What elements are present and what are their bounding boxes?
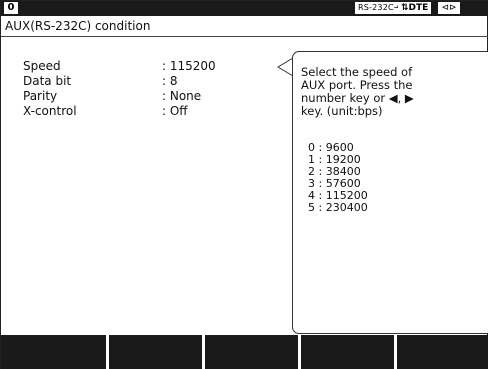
function-key-f3[interactable]: [205, 335, 298, 369]
function-key-f5[interactable]: [397, 335, 488, 369]
port-icon: ⊲⊳: [438, 2, 460, 14]
help-text: Select the speed of AUX port. Press the …: [301, 66, 487, 118]
setting-row-speed[interactable]: Speed : 115200: [23, 59, 263, 74]
function-key-bar: [1, 335, 488, 369]
setting-value[interactable]: : Off: [162, 104, 188, 119]
setting-row-parity[interactable]: Parity : None: [23, 89, 263, 104]
status-bar: 0 RS-232C⬏ ⇅DTE ⊲⊳: [1, 1, 488, 16]
function-key-f2[interactable]: [109, 335, 202, 369]
function-key-f4[interactable]: [301, 335, 394, 369]
device-screen: 0 RS-232C⬏ ⇅DTE ⊲⊳ AUX(RS-232C) conditio…: [0, 0, 488, 369]
setting-row-data-bit[interactable]: Data bit : 8: [23, 74, 263, 89]
mode-label: DTE: [408, 3, 429, 13]
help-balloon: Select the speed of AUX port. Press the …: [292, 51, 488, 334]
interface-label: RS-232C: [358, 3, 394, 12]
setting-label: Parity: [23, 89, 58, 103]
function-key-f1[interactable]: [1, 335, 106, 369]
screen-number-badge: 0: [4, 2, 18, 14]
interface-indicator: RS-232C⬏: [355, 2, 404, 14]
setting-label: X-control: [23, 104, 77, 118]
setting-value[interactable]: : 115200: [162, 59, 216, 74]
title-divider: [1, 36, 488, 37]
status-indicator-block: [463, 3, 485, 13]
help-line: key. (unit:bps): [301, 104, 383, 118]
setting-label: Data bit: [23, 74, 72, 88]
setting-label: Speed: [23, 59, 61, 73]
mode-indicator: ⇅DTE: [398, 2, 432, 14]
speed-option: 5 : 230400: [308, 201, 368, 214]
setting-value[interactable]: : None: [162, 89, 201, 104]
setting-row-x-control[interactable]: X-control : Off: [23, 104, 263, 119]
swap-icon: ⇅: [401, 3, 409, 13]
setting-value[interactable]: : 8: [162, 74, 178, 89]
page-title: AUX(RS-232C) condition: [5, 19, 151, 33]
